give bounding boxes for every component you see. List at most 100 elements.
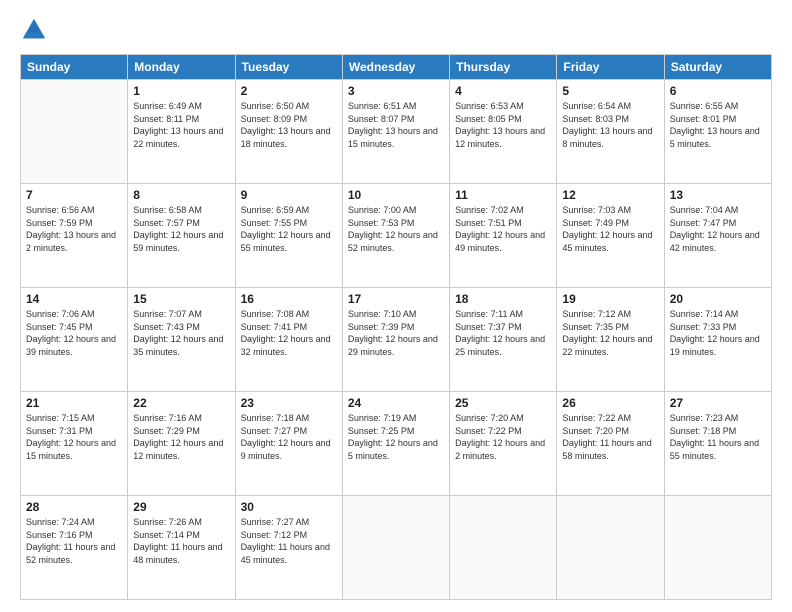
- logo: [20, 16, 52, 44]
- day-number: 25: [455, 396, 551, 410]
- day-number: 6: [670, 84, 766, 98]
- day-number: 19: [562, 292, 658, 306]
- page: SundayMondayTuesdayWednesdayThursdayFrid…: [0, 0, 792, 612]
- header-saturday: Saturday: [664, 55, 771, 80]
- calendar-cell-3-0: 21Sunrise: 7:15 AM Sunset: 7:31 PM Dayli…: [21, 392, 128, 496]
- calendar-cell-4-3: [342, 496, 449, 600]
- day-info: Sunrise: 7:27 AM Sunset: 7:12 PM Dayligh…: [241, 516, 337, 566]
- calendar-cell-4-4: [450, 496, 557, 600]
- day-number: 17: [348, 292, 444, 306]
- calendar: SundayMondayTuesdayWednesdayThursdayFrid…: [20, 54, 772, 600]
- day-number: 10: [348, 188, 444, 202]
- calendar-cell-3-4: 25Sunrise: 7:20 AM Sunset: 7:22 PM Dayli…: [450, 392, 557, 496]
- day-info: Sunrise: 7:02 AM Sunset: 7:51 PM Dayligh…: [455, 204, 551, 254]
- calendar-cell-1-5: 12 Sunrise: 7:03 AM Sunset: 7:49 PM Dayli…: [557, 184, 664, 288]
- day-number: 21: [26, 396, 122, 410]
- calendar-cell-2-0: 14 Sunrise: 7:06 AM Sunset: 7:45 PM Dayli…: [21, 288, 128, 392]
- calendar-cell-2-6: 20 Sunrise: 7:14 AM Sunset: 7:33 PM Dayli…: [664, 288, 771, 392]
- day-number: 29: [133, 500, 229, 514]
- header-sunday: Sunday: [21, 55, 128, 80]
- calendar-cell-2-3: 17 Sunrise: 7:10 AM Sunset: 7:39 PM Dayli…: [342, 288, 449, 392]
- calendar-cell-1-1: 8 Sunrise: 6:58 AM Sunset: 7:57 PM Daylig…: [128, 184, 235, 288]
- day-info: Sunrise: 7:14 AM Sunset: 7:33 PM Dayligh…: [670, 308, 766, 358]
- day-info: Sunrise: 7:04 AM Sunset: 7:47 PM Dayligh…: [670, 204, 766, 254]
- calendar-cell-0-0: [21, 80, 128, 184]
- day-info: Sunrise: 7:11 AM Sunset: 7:37 PM Dayligh…: [455, 308, 551, 358]
- day-info: Sunrise: 7:10 AM Sunset: 7:39 PM Dayligh…: [348, 308, 444, 358]
- day-info: Sunrise: 6:56 AM Sunset: 7:59 PM Dayligh…: [26, 204, 122, 254]
- header-monday: Monday: [128, 55, 235, 80]
- day-number: 8: [133, 188, 229, 202]
- calendar-cell-3-6: 27 Sunrise: 7:23 AM Sunset: 7:18 PM Dayli…: [664, 392, 771, 496]
- day-number: 13: [670, 188, 766, 202]
- day-info: Sunrise: 6:49 AM Sunset: 8:11 PM Dayligh…: [133, 100, 229, 150]
- day-info: Sunrise: 6:54 AM Sunset: 8:03 PM Dayligh…: [562, 100, 658, 150]
- week-row-2: 7 Sunrise: 6:56 AM Sunset: 7:59 PM Daylig…: [21, 184, 772, 288]
- calendar-cell-2-5: 19 Sunrise: 7:12 AM Sunset: 7:35 PM Dayli…: [557, 288, 664, 392]
- day-number: 22: [133, 396, 229, 410]
- header-thursday: Thursday: [450, 55, 557, 80]
- day-number: 16: [241, 292, 337, 306]
- day-info: Sunrise: 7:07 AM Sunset: 7:43 PM Dayligh…: [133, 308, 229, 358]
- calendar-cell-1-6: 13 Sunrise: 7:04 AM Sunset: 7:47 PM Dayli…: [664, 184, 771, 288]
- calendar-cell-4-2: 30 Sunrise: 7:27 AM Sunset: 7:12 PM Dayli…: [235, 496, 342, 600]
- calendar-header-row: SundayMondayTuesdayWednesdayThursdayFrid…: [21, 55, 772, 80]
- header: [20, 16, 772, 44]
- day-number: 20: [670, 292, 766, 306]
- day-info: Sunrise: 7:18 AM Sunset: 7:27 PM Dayligh…: [241, 412, 337, 462]
- calendar-cell-1-4: 11 Sunrise: 7:02 AM Sunset: 7:51 PM Dayli…: [450, 184, 557, 288]
- day-number: 28: [26, 500, 122, 514]
- calendar-cell-4-5: [557, 496, 664, 600]
- day-info: Sunrise: 6:53 AM Sunset: 8:05 PM Dayligh…: [455, 100, 551, 150]
- week-row-5: 28 Sunrise: 7:24 AM Sunset: 7:16 PM Dayli…: [21, 496, 772, 600]
- day-number: 24: [348, 396, 444, 410]
- day-number: 27: [670, 396, 766, 410]
- calendar-cell-0-1: 1 Sunrise: 6:49 AM Sunset: 8:11 PM Daylig…: [128, 80, 235, 184]
- week-row-1: 1 Sunrise: 6:49 AM Sunset: 8:11 PM Daylig…: [21, 80, 772, 184]
- day-number: 15: [133, 292, 229, 306]
- calendar-cell-0-6: 6 Sunrise: 6:55 AM Sunset: 8:01 PM Daylig…: [664, 80, 771, 184]
- week-row-4: 21Sunrise: 7:15 AM Sunset: 7:31 PM Dayli…: [21, 392, 772, 496]
- day-info: Sunrise: 7:06 AM Sunset: 7:45 PM Dayligh…: [26, 308, 122, 358]
- week-row-3: 14 Sunrise: 7:06 AM Sunset: 7:45 PM Dayli…: [21, 288, 772, 392]
- day-info: Sunrise: 7:24 AM Sunset: 7:16 PM Dayligh…: [26, 516, 122, 566]
- day-info: Sunrise: 7:16 AM Sunset: 7:29 PM Dayligh…: [133, 412, 229, 462]
- day-number: 2: [241, 84, 337, 98]
- day-info: Sunrise: 7:22 AM Sunset: 7:20 PM Dayligh…: [562, 412, 658, 462]
- calendar-cell-1-2: 9Sunrise: 6:59 AM Sunset: 7:55 PM Daylig…: [235, 184, 342, 288]
- day-info: Sunrise: 6:50 AM Sunset: 8:09 PM Dayligh…: [241, 100, 337, 150]
- calendar-cell-3-3: 24Sunrise: 7:19 AM Sunset: 7:25 PM Dayli…: [342, 392, 449, 496]
- day-info: Sunrise: 7:26 AM Sunset: 7:14 PM Dayligh…: [133, 516, 229, 566]
- day-number: 4: [455, 84, 551, 98]
- day-info: Sunrise: 7:00 AM Sunset: 7:53 PM Dayligh…: [348, 204, 444, 254]
- day-number: 30: [241, 500, 337, 514]
- day-number: 1: [133, 84, 229, 98]
- day-info: Sunrise: 7:03 AM Sunset: 7:49 PM Dayligh…: [562, 204, 658, 254]
- calendar-cell-4-0: 28 Sunrise: 7:24 AM Sunset: 7:16 PM Dayli…: [21, 496, 128, 600]
- day-info: Sunrise: 6:58 AM Sunset: 7:57 PM Dayligh…: [133, 204, 229, 254]
- day-number: 3: [348, 84, 444, 98]
- calendar-cell-3-2: 23Sunrise: 7:18 AM Sunset: 7:27 PM Dayli…: [235, 392, 342, 496]
- calendar-cell-0-2: 2 Sunrise: 6:50 AM Sunset: 8:09 PM Daylig…: [235, 80, 342, 184]
- calendar-cell-3-1: 22 Sunrise: 7:16 AM Sunset: 7:29 PM Dayli…: [128, 392, 235, 496]
- calendar-cell-4-1: 29 Sunrise: 7:26 AM Sunset: 7:14 PM Dayli…: [128, 496, 235, 600]
- day-number: 5: [562, 84, 658, 98]
- day-info: Sunrise: 7:12 AM Sunset: 7:35 PM Dayligh…: [562, 308, 658, 358]
- day-info: Sunrise: 6:55 AM Sunset: 8:01 PM Dayligh…: [670, 100, 766, 150]
- day-number: 7: [26, 188, 122, 202]
- day-info: Sunrise: 6:51 AM Sunset: 8:07 PM Dayligh…: [348, 100, 444, 150]
- calendar-cell-2-4: 18 Sunrise: 7:11 AM Sunset: 7:37 PM Dayli…: [450, 288, 557, 392]
- day-number: 11: [455, 188, 551, 202]
- day-number: 12: [562, 188, 658, 202]
- day-number: 14: [26, 292, 122, 306]
- header-tuesday: Tuesday: [235, 55, 342, 80]
- calendar-cell-0-5: 5 Sunrise: 6:54 AM Sunset: 8:03 PM Daylig…: [557, 80, 664, 184]
- header-friday: Friday: [557, 55, 664, 80]
- day-info: Sunrise: 6:59 AM Sunset: 7:55 PM Dayligh…: [241, 204, 337, 254]
- calendar-cell-3-5: 26Sunrise: 7:22 AM Sunset: 7:20 PM Dayli…: [557, 392, 664, 496]
- calendar-cell-2-2: 16Sunrise: 7:08 AM Sunset: 7:41 PM Dayli…: [235, 288, 342, 392]
- logo-icon: [20, 16, 48, 44]
- day-number: 18: [455, 292, 551, 306]
- day-info: Sunrise: 7:23 AM Sunset: 7:18 PM Dayligh…: [670, 412, 766, 462]
- calendar-cell-0-3: 3 Sunrise: 6:51 AM Sunset: 8:07 PM Daylig…: [342, 80, 449, 184]
